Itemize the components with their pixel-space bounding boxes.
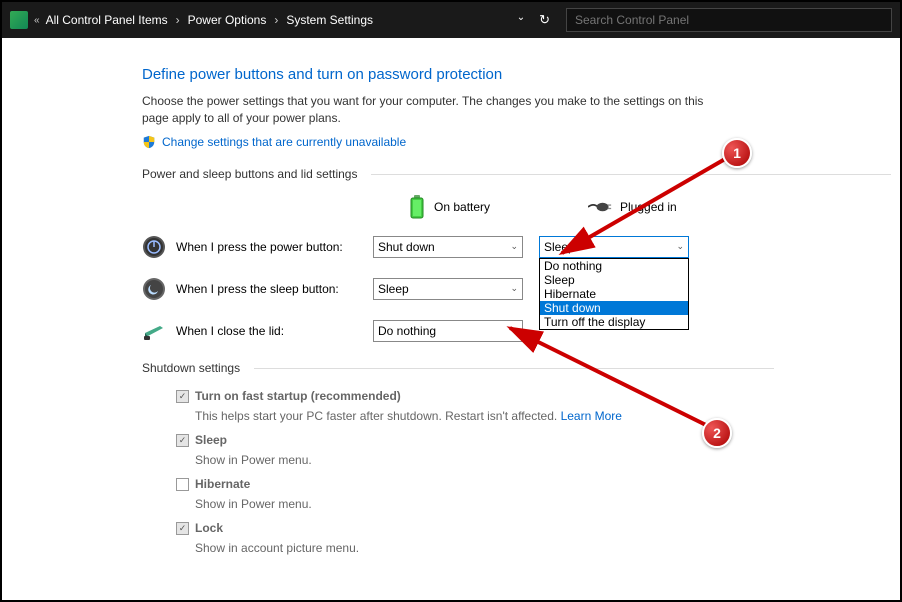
hibernate-label: Hibernate xyxy=(195,477,250,491)
page-title: Define power buttons and turn on passwor… xyxy=(142,66,860,83)
close-lid-battery-select[interactable]: Do nothing⌄ xyxy=(373,320,523,342)
page-description: Choose the power settings that you want … xyxy=(142,93,732,127)
chevron-down-icon: ⌄ xyxy=(510,283,518,294)
column-headers: On battery Plugged in xyxy=(372,195,860,219)
hibernate-desc: Show in Power menu. xyxy=(195,497,860,511)
dropdown-option[interactable]: Sleep xyxy=(540,273,688,287)
hibernate-menu-row: Hibernate xyxy=(176,477,860,491)
search-box[interactable] xyxy=(566,8,892,32)
col-battery-label: On battery xyxy=(434,200,490,214)
breadcrumb-item[interactable]: All Control Panel Items xyxy=(46,13,168,27)
search-input[interactable] xyxy=(566,8,892,32)
control-panel-icon xyxy=(10,11,28,29)
power-button-label: When I press the power button: xyxy=(176,240,343,254)
sleep-button-battery-select[interactable]: Sleep⌄ xyxy=(373,278,523,300)
col-plugged-label: Plugged in xyxy=(620,200,677,214)
fast-startup-row: ✓ Turn on fast startup (recommended) xyxy=(176,389,860,403)
chevron-down-icon[interactable]: ⌄ xyxy=(517,12,525,28)
annotation-badge-2: 2 xyxy=(702,418,732,448)
lock-desc: Show in account picture menu. xyxy=(195,541,860,555)
sleep-button-row: When I press the sleep button: Sleep⌄ xyxy=(142,277,860,301)
chevron-left-icon[interactable]: « xyxy=(34,15,40,26)
hibernate-checkbox[interactable] xyxy=(176,478,189,491)
power-button-plugged-select[interactable]: Sleep⌄ Do nothing Sleep Hibernate Shut d… xyxy=(539,236,689,258)
close-lid-label: When I close the lid: xyxy=(176,324,284,338)
sleep-button-label: When I press the sleep button: xyxy=(176,282,339,296)
power-button-battery-select[interactable]: Shut down⌄ xyxy=(373,236,523,258)
dropdown-option[interactable]: Hibernate xyxy=(540,287,688,301)
dropdown-option[interactable]: Do nothing xyxy=(540,259,688,273)
battery-icon xyxy=(408,195,426,219)
power-button-row: When I press the power button: Shut down… xyxy=(142,235,860,259)
lock-checkbox[interactable]: ✓ xyxy=(176,522,189,535)
lock-menu-row: ✓ Lock xyxy=(176,521,860,535)
refresh-icon[interactable]: ↻ xyxy=(539,12,550,28)
sleep-desc: Show in Power menu. xyxy=(195,453,860,467)
content-area: Define power buttons and turn on passwor… xyxy=(2,38,900,600)
laptop-lid-icon xyxy=(142,319,166,343)
annotation-badge-1: 1 xyxy=(722,138,752,168)
section-power-sleep: Power and sleep buttons and lid settings xyxy=(142,167,860,181)
fast-startup-label: Turn on fast startup (recommended) xyxy=(195,389,401,403)
lock-label: Lock xyxy=(195,521,223,535)
shield-icon xyxy=(142,135,156,149)
chevron-down-icon: ⌄ xyxy=(510,241,518,252)
fast-startup-desc: This helps start your PC faster after sh… xyxy=(195,409,860,423)
sleep-label: Sleep xyxy=(195,433,227,447)
chevron-down-icon: ⌄ xyxy=(510,325,518,336)
sleep-button-icon xyxy=(142,277,166,301)
breadcrumb-item[interactable]: Power Options xyxy=(188,13,267,27)
close-lid-row: When I close the lid: Do nothing⌄ xyxy=(142,319,860,343)
breadcrumb-item[interactable]: System Settings xyxy=(286,13,373,27)
section-shutdown: Shutdown settings xyxy=(142,361,860,375)
chevron-right-icon: › xyxy=(274,13,278,27)
chevron-right-icon: › xyxy=(176,13,180,27)
chevron-down-icon: ⌄ xyxy=(676,241,684,252)
dropdown-option[interactable]: Turn off the display xyxy=(540,315,688,329)
address-toolbar: « All Control Panel Items › Power Option… xyxy=(2,2,900,38)
sleep-menu-row: ✓ Sleep xyxy=(176,433,860,447)
dropdown-menu: Do nothing Sleep Hibernate Shut down Tur… xyxy=(539,258,689,330)
change-settings-link[interactable]: Change settings that are currently unava… xyxy=(162,135,406,149)
learn-more-link[interactable]: Learn More xyxy=(561,409,622,423)
power-button-icon xyxy=(142,235,166,259)
sleep-checkbox[interactable]: ✓ xyxy=(176,434,189,447)
dropdown-option[interactable]: Shut down xyxy=(540,301,688,315)
plug-icon xyxy=(588,200,612,214)
fast-startup-checkbox[interactable]: ✓ xyxy=(176,390,189,403)
